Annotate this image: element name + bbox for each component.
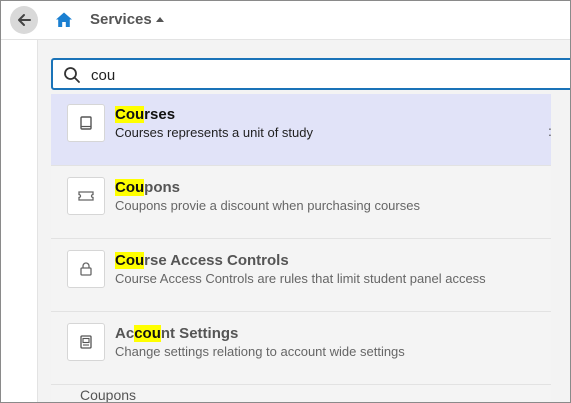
match-highlight: Cou xyxy=(115,106,145,123)
result-title: Courses xyxy=(115,106,176,123)
ticket-icon xyxy=(67,177,105,215)
result-item-courses[interactable]: Courses Courses represents a unit of stu… xyxy=(51,94,551,166)
match-highlight: cou xyxy=(134,325,161,342)
result-title: Course Access Controls xyxy=(115,252,289,269)
more-options-icon[interactable]: : xyxy=(548,123,552,139)
search-box[interactable] xyxy=(51,58,570,90)
result-title: Coupons xyxy=(115,179,181,196)
result-title: Account Settings xyxy=(115,325,239,342)
result-item-coupons[interactable]: Coupons Coupons provie a discount when p… xyxy=(51,167,551,239)
result-description: Courses represents a unit of study xyxy=(115,125,313,140)
services-menu[interactable]: Services xyxy=(90,11,164,28)
result-description: Course Access Controls are rules that li… xyxy=(115,271,486,286)
back-button[interactable] xyxy=(10,6,38,34)
services-label: Services xyxy=(90,11,152,28)
lock-icon xyxy=(67,250,105,288)
home-icon[interactable] xyxy=(55,11,73,29)
settings-panel-icon xyxy=(67,323,105,361)
arrow-left-icon xyxy=(18,14,31,26)
top-bar: Services xyxy=(1,1,570,40)
app-window: Services Courses Courses represents a un… xyxy=(0,0,571,403)
search-input[interactable] xyxy=(91,64,561,86)
search-icon xyxy=(64,67,80,83)
match-highlight: Cou xyxy=(115,252,145,269)
result-description: Coupons provie a discount when purchasin… xyxy=(115,198,420,213)
background-list-label: Coupons xyxy=(80,387,137,403)
book-icon xyxy=(67,104,105,142)
caret-up-icon xyxy=(155,16,164,22)
search-results-dropdown: Courses Courses represents a unit of stu… xyxy=(51,94,551,402)
match-highlight: Cou xyxy=(115,179,145,196)
result-description: Change settings relationg to account wid… xyxy=(115,344,405,359)
result-item-account-settings[interactable]: Account Settings Change settings relatio… xyxy=(51,313,551,385)
left-rail xyxy=(1,40,38,402)
result-item-course-access-controls[interactable]: Course Access Controls Course Access Con… xyxy=(51,240,551,312)
